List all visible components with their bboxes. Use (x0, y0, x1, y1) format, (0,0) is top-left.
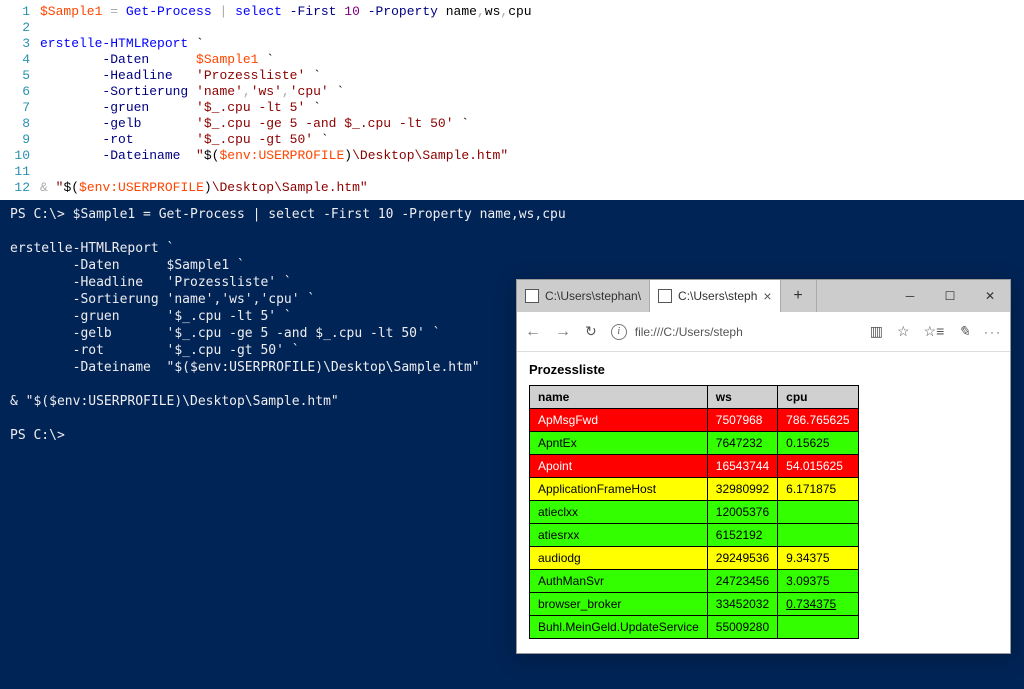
code-line-8: -gelb '$_.cpu -ge 5 -and $_.cpu -lt 50' … (40, 116, 1024, 132)
table-row: Buhl.MeinGeld.UpdateService55009280 (530, 616, 859, 639)
cell-ws: 33452032 (707, 593, 777, 616)
table-row: atiesrxx6152192 (530, 524, 859, 547)
favorite-icon[interactable]: ☆ (897, 323, 910, 340)
cell-name: ApMsgFwd (530, 409, 708, 432)
close-tab-icon[interactable]: × (763, 288, 771, 304)
cell-name: ApntEx (530, 432, 708, 455)
code-line-9: -rot '$_.cpu -gt 50' ` (40, 132, 1024, 148)
cell-cpu (778, 501, 858, 524)
code-line-1: $Sample1 = Get-Process | select -First 1… (40, 4, 1024, 20)
line-number-gutter: 1 2 3 4 5 6 7 8 9 10 11 12 (0, 0, 40, 200)
cell-cpu: 6.171875 (778, 478, 858, 501)
cell-ws: 29249536 (707, 547, 777, 570)
table-row: AuthManSvr247234563.09375 (530, 570, 859, 593)
code-line-10: -Dateiname "$($env:USERPROFILE)\Desktop\… (40, 148, 1024, 164)
new-tab-button[interactable]: + (781, 280, 817, 312)
table-header-row: name ws cpu (530, 386, 859, 409)
cell-ws: 24723456 (707, 570, 777, 593)
file-icon (658, 289, 672, 303)
table-row: ApplicationFrameHost329809926.171875 (530, 478, 859, 501)
cell-cpu: 0.734375 (778, 593, 858, 616)
close-window-button[interactable]: ✕ (970, 280, 1010, 312)
code-content[interactable]: $Sample1 = Get-Process | select -First 1… (40, 0, 1024, 200)
browser-content: Prozessliste name ws cpu ApMsgFwd7507968… (517, 352, 1010, 653)
table-row: browser_broker334520320.734375 (530, 593, 859, 616)
code-line-4: -Daten $Sample1 ` (40, 52, 1024, 68)
code-line-6: -Sortierung 'name','ws','cpu' ` (40, 84, 1024, 100)
cell-ws: 12005376 (707, 501, 777, 524)
browser-window: C:\Users\stephan\ C:\Users\steph × + ─ ☐… (516, 279, 1011, 654)
col-name: name (530, 386, 708, 409)
cell-ws: 7647232 (707, 432, 777, 455)
col-ws: ws (707, 386, 777, 409)
notes-icon[interactable]: ✎ (958, 323, 970, 340)
report-title: Prozessliste (529, 362, 998, 377)
refresh-button[interactable]: ↻ (585, 323, 597, 340)
favorites-list-icon[interactable]: ☆≡ (924, 323, 945, 340)
table-row: ApMsgFwd7507968786.765625 (530, 409, 859, 432)
cell-name: audiodg (530, 547, 708, 570)
cell-name: AuthManSvr (530, 570, 708, 593)
table-row: audiodg292495369.34375 (530, 547, 859, 570)
url-field[interactable]: i file:///C:/Users/steph (611, 324, 856, 340)
cell-cpu (778, 524, 858, 547)
report-table: name ws cpu ApMsgFwd7507968786.765625Apn… (529, 385, 859, 639)
cell-name: ApplicationFrameHost (530, 478, 708, 501)
minimize-button[interactable]: ─ (890, 280, 930, 312)
tab-active[interactable]: C:\Users\steph × (650, 280, 781, 312)
browser-address-bar: ← → ↻ i file:///C:/Users/steph ▥ ☆ ☆≡ ✎ … (517, 312, 1010, 352)
code-line-3: erstelle-HTMLReport ` (40, 36, 1024, 52)
url-text: file:///C:/Users/steph (635, 325, 743, 339)
cell-cpu (778, 616, 858, 639)
more-menu-icon[interactable]: ··· (984, 325, 1002, 339)
table-row: atieclxx12005376 (530, 501, 859, 524)
maximize-button[interactable]: ☐ (930, 280, 970, 312)
cell-cpu: 0.15625 (778, 432, 858, 455)
forward-button[interactable]: → (555, 323, 571, 341)
cell-name: browser_broker (530, 593, 708, 616)
cell-name: atieclxx (530, 501, 708, 524)
cell-cpu: 3.09375 (778, 570, 858, 593)
file-icon (525, 289, 539, 303)
col-cpu: cpu (778, 386, 858, 409)
cell-ws: 7507968 (707, 409, 777, 432)
code-line-7: -gruen '$_.cpu -lt 5' ` (40, 100, 1024, 116)
table-row: Apoint1654374454.015625 (530, 455, 859, 478)
code-line-5: -Headline 'Prozessliste' ` (40, 68, 1024, 84)
cell-cpu: 786.765625 (778, 409, 858, 432)
back-button[interactable]: ← (525, 323, 541, 341)
tab-label: C:\Users\steph (678, 289, 757, 303)
console-output: PS C:\> $Sample1 = Get-Process | select … (10, 207, 566, 443)
cell-ws: 16543744 (707, 455, 777, 478)
cell-cpu: 54.015625 (778, 455, 858, 478)
tab-label: C:\Users\stephan\ (545, 289, 641, 303)
info-icon[interactable]: i (611, 324, 627, 340)
cell-name: atiesrxx (530, 524, 708, 547)
browser-titlebar[interactable]: C:\Users\stephan\ C:\Users\steph × + ─ ☐… (517, 280, 1010, 312)
code-editor: 1 2 3 4 5 6 7 8 9 10 11 12 $Sample1 = Ge… (0, 0, 1024, 200)
cell-ws: 6152192 (707, 524, 777, 547)
tab-inactive[interactable]: C:\Users\stephan\ (517, 280, 650, 312)
code-line-12: & "$($env:USERPROFILE)\Desktop\Sample.ht… (40, 180, 1024, 196)
table-row: ApntEx76472320.15625 (530, 432, 859, 455)
cell-ws: 55009280 (707, 616, 777, 639)
cell-ws: 32980992 (707, 478, 777, 501)
cell-name: Apoint (530, 455, 708, 478)
cell-cpu: 9.34375 (778, 547, 858, 570)
reading-view-icon[interactable]: ▥ (870, 323, 883, 340)
cell-name: Buhl.MeinGeld.UpdateService (530, 616, 708, 639)
